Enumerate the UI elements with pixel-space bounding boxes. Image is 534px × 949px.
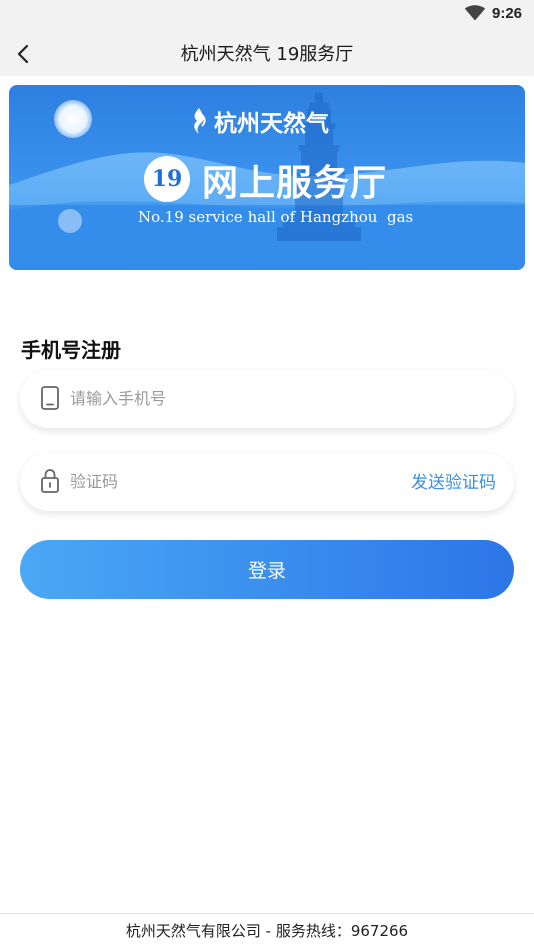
flame-logo-icon bbox=[194, 108, 206, 134]
status-time: 9:26 bbox=[492, 5, 523, 22]
banner-subtitle: No.19 service hall of Hangzhou gas bbox=[138, 208, 414, 226]
footer-text: 杭州天然气有限公司 - 服务热线：967266 bbox=[125, 922, 409, 940]
wifi-icon bbox=[464, 5, 486, 21]
app-header: 杭州天然气 19服务厅 bbox=[0, 30, 534, 76]
banner-number-badge: 19 bbox=[144, 156, 190, 202]
code-field: 发送验证码 bbox=[20, 453, 514, 511]
section-title: 手机号注册 bbox=[21, 338, 121, 362]
banner-title: 网上服务厅 bbox=[202, 162, 388, 204]
code-input[interactable] bbox=[70, 467, 370, 495]
phone-field bbox=[20, 370, 514, 428]
banner-brand-text: 杭州天然气 bbox=[214, 110, 329, 137]
status-bar: 9:26 bbox=[0, 0, 534, 30]
phone-icon bbox=[41, 386, 59, 410]
footer-divider bbox=[0, 913, 534, 914]
login-button[interactable]: 登录 bbox=[20, 540, 514, 599]
page-title: 杭州天然气 19服务厅 bbox=[180, 44, 354, 65]
banner-brand: 杭州天然气 bbox=[190, 104, 329, 138]
lock-icon bbox=[41, 469, 59, 493]
send-code-button[interactable]: 发送验证码 bbox=[411, 468, 496, 493]
phone-input[interactable] bbox=[70, 384, 390, 412]
